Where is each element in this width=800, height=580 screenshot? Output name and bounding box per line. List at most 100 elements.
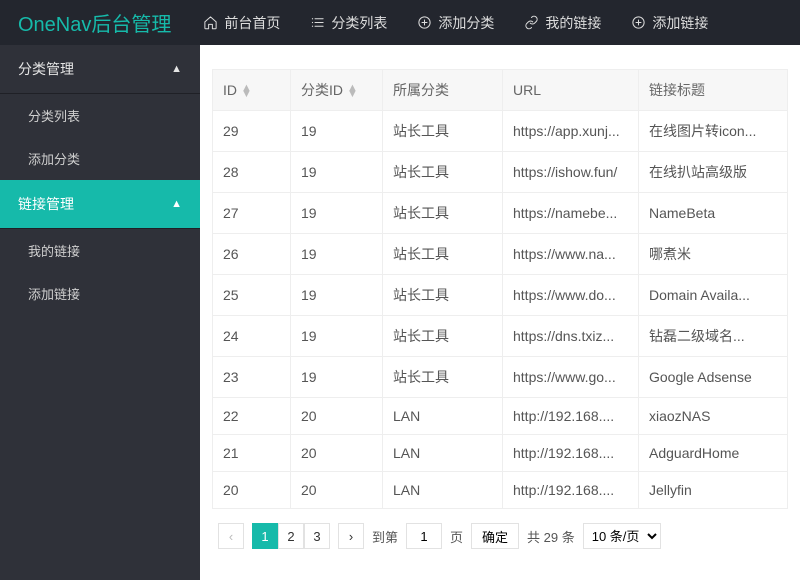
list-icon xyxy=(310,15,325,30)
table-row[interactable]: 2919站长工具https://app.xunj...在线图片转icon... xyxy=(213,111,788,152)
links-table: ID▲▼ 分类ID▲▼ 所属分类 URL 链接标题 2919站长工具https:… xyxy=(212,69,788,509)
cell-id: 22 xyxy=(213,398,291,435)
table-row[interactable]: 2519站长工具https://www.do...Domain Availa..… xyxy=(213,275,788,316)
cell-id: 20 xyxy=(213,472,291,509)
cell-cat_id: 19 xyxy=(291,234,383,275)
plus-circle-icon xyxy=(631,15,646,30)
topnav-item-3[interactable]: 我的链接 xyxy=(510,0,615,45)
sidebar: 分类管理 ▲ 分类列表添加分类链接管理▲我的链接添加链接 xyxy=(0,45,200,580)
cell-title: AdguardHome xyxy=(639,435,788,472)
cell-title: Google Adsense xyxy=(639,357,788,398)
cell-cat_id: 19 xyxy=(291,316,383,357)
col-url: URL xyxy=(503,70,639,111)
table-row[interactable]: 2819站长工具https://ishow.fun/在线扒站高级版 xyxy=(213,152,788,193)
cell-cat_id: 19 xyxy=(291,152,383,193)
col-cat-id-label: 分类ID xyxy=(301,82,343,98)
cell-id: 24 xyxy=(213,316,291,357)
cell-cat: 站长工具 xyxy=(383,316,503,357)
table-row[interactable]: 2619站长工具https://www.na...哪煮米 xyxy=(213,234,788,275)
sidebar-item-1-1[interactable]: 添加链接 xyxy=(0,272,200,315)
cell-cat_id: 20 xyxy=(291,472,383,509)
cell-title: Jellyfin xyxy=(639,472,788,509)
sidebar-item-0-1[interactable]: 添加分类 xyxy=(0,137,200,180)
sidebar-group-0[interactable]: 分类管理 ▲ xyxy=(0,45,200,94)
pager-prev[interactable]: ‹ xyxy=(218,523,244,549)
cell-cat: 站长工具 xyxy=(383,152,503,193)
cell-cat: 站长工具 xyxy=(383,111,503,152)
table-row[interactable]: 2020LANhttp://192.168....Jellyfin xyxy=(213,472,788,509)
col-cat-id[interactable]: 分类ID▲▼ xyxy=(291,70,383,111)
sidebar-item-1-0[interactable]: 我的链接 xyxy=(0,229,200,272)
chevron-up-icon: ▲ xyxy=(171,63,182,75)
goto-confirm-button[interactable]: 确定 xyxy=(471,523,519,549)
cell-url: http://192.168.... xyxy=(503,435,639,472)
cell-title: 在线图片转icon... xyxy=(639,111,788,152)
topnav-item-1[interactable]: 分类列表 xyxy=(296,0,401,45)
cell-url: https://namebe... xyxy=(503,193,639,234)
cell-url: https://www.do... xyxy=(503,275,639,316)
cell-cat_id: 19 xyxy=(291,275,383,316)
cell-title: 哪煮米 xyxy=(639,234,788,275)
sidebar-group-label: 分类管理 xyxy=(18,59,74,79)
topnav-item-4[interactable]: 添加链接 xyxy=(617,0,722,45)
pager-page-1[interactable]: 1 xyxy=(252,523,278,549)
cell-url: https://www.go... xyxy=(503,357,639,398)
cell-url: http://192.168.... xyxy=(503,472,639,509)
cell-cat: 站长工具 xyxy=(383,234,503,275)
pager-page-3[interactable]: 3 xyxy=(304,523,330,549)
cell-cat: LAN xyxy=(383,398,503,435)
table-row[interactable]: 2419站长工具https://dns.txiz...钻磊二级域名... xyxy=(213,316,788,357)
cell-cat_id: 19 xyxy=(291,357,383,398)
col-id[interactable]: ID ▲▼ xyxy=(213,70,291,111)
col-id-label: ID xyxy=(223,82,237,98)
pager-next[interactable]: › xyxy=(338,523,364,549)
per-page-select[interactable]: 10 条/页 xyxy=(583,523,661,549)
topnav-item-label: 添加分类 xyxy=(438,13,494,33)
table-row[interactable]: 2220LANhttp://192.168....xiaozNAS xyxy=(213,398,788,435)
goto-label-post: 页 xyxy=(450,527,463,546)
pager-page-2[interactable]: 2 xyxy=(278,523,304,549)
cell-cat: LAN xyxy=(383,435,503,472)
pager-total: 共 29 条 xyxy=(527,527,575,546)
cell-cat: LAN xyxy=(383,472,503,509)
plus-circle-icon xyxy=(417,15,432,30)
cell-title: Domain Availa... xyxy=(639,275,788,316)
cell-title: 钻磊二级域名... xyxy=(639,316,788,357)
cell-url: https://dns.txiz... xyxy=(503,316,639,357)
cell-cat_id: 19 xyxy=(291,193,383,234)
cell-cat_id: 19 xyxy=(291,111,383,152)
topnav-item-label: 分类列表 xyxy=(331,13,387,33)
table-row[interactable]: 2319站长工具https://www.go...Google Adsense xyxy=(213,357,788,398)
topnav-item-0[interactable]: 前台首页 xyxy=(189,0,294,45)
home-icon xyxy=(203,15,218,30)
cell-cat: 站长工具 xyxy=(383,193,503,234)
col-url-label: URL xyxy=(513,82,541,98)
cell-url: https://www.na... xyxy=(503,234,639,275)
sidebar-item-0-0[interactable]: 分类列表 xyxy=(0,94,200,137)
brand-title: OneNav后台管理 xyxy=(0,8,189,37)
cell-title: xiaozNAS xyxy=(639,398,788,435)
cell-url: https://ishow.fun/ xyxy=(503,152,639,193)
sort-icon: ▲▼ xyxy=(241,85,252,97)
cell-id: 29 xyxy=(213,111,291,152)
table-row[interactable]: 2120LANhttp://192.168....AdguardHome xyxy=(213,435,788,472)
cell-id: 25 xyxy=(213,275,291,316)
link-icon xyxy=(524,15,539,30)
cell-cat_id: 20 xyxy=(291,435,383,472)
sidebar-group-label: 链接管理 xyxy=(18,194,74,214)
table-row[interactable]: 2719站长工具https://namebe...NameBeta xyxy=(213,193,788,234)
goto-page-input[interactable] xyxy=(406,523,442,549)
pagination: ‹ 123 › 到第 页 确定 共 29 条 10 条/页 xyxy=(212,509,788,563)
cell-id: 28 xyxy=(213,152,291,193)
cell-id: 23 xyxy=(213,357,291,398)
topnav-item-2[interactable]: 添加分类 xyxy=(403,0,508,45)
topnav-item-label: 添加链接 xyxy=(652,13,708,33)
topnav-item-label: 我的链接 xyxy=(545,13,601,33)
sidebar-group-1[interactable]: 链接管理▲ xyxy=(0,180,200,229)
cell-cat_id: 20 xyxy=(291,398,383,435)
goto-label-pre: 到第 xyxy=(372,527,398,546)
col-cat: 所属分类 xyxy=(383,70,503,111)
col-title-label: 链接标题 xyxy=(649,82,705,98)
cell-title: 在线扒站高级版 xyxy=(639,152,788,193)
col-title: 链接标题 xyxy=(639,70,788,111)
